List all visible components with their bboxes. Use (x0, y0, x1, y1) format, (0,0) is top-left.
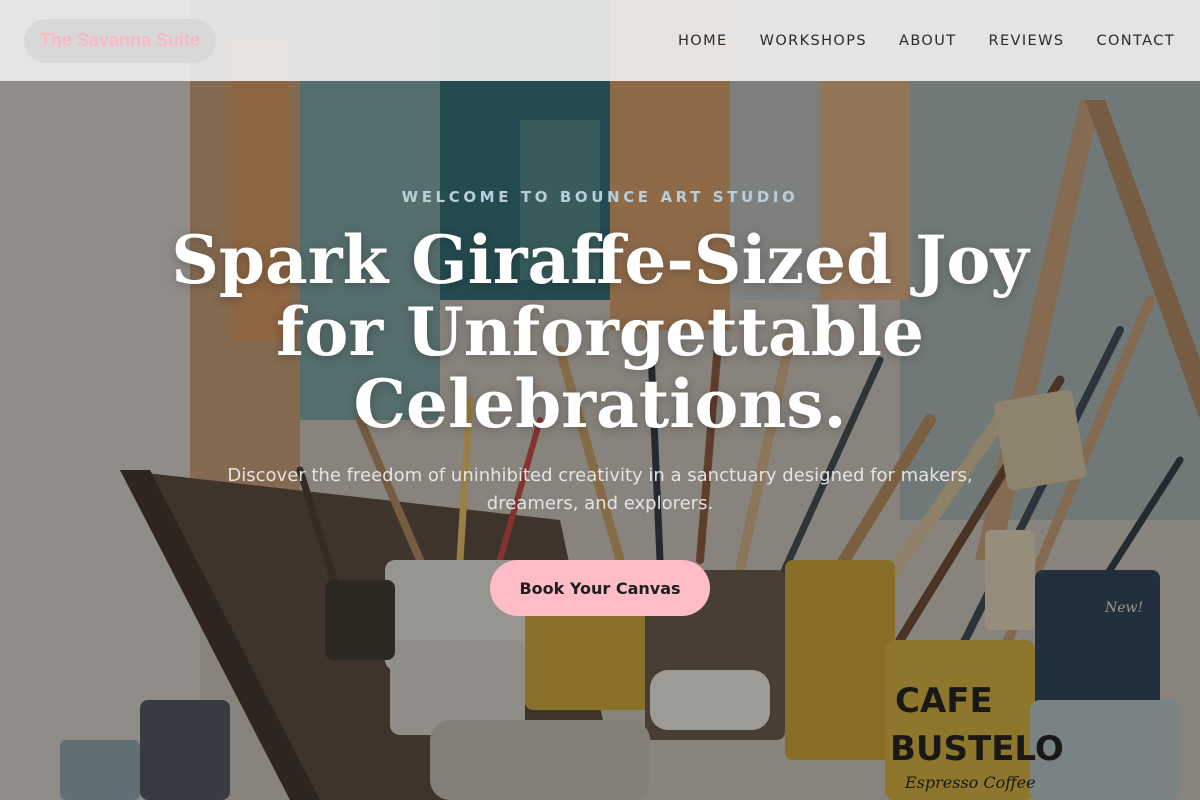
main-nav: HOME WORKSHOPS ABOUT REVIEWS CONTACT (678, 33, 1176, 49)
hero-section: WELCOME TO BOUNCE ART STUDIO Spark Giraf… (0, 81, 1200, 800)
book-canvas-button[interactable]: Book Your Canvas (490, 560, 710, 616)
hero-title: Spark Giraffe-Sized Joy for Unforgettabl… (171, 221, 1029, 443)
nav-reviews[interactable]: REVIEWS (989, 33, 1065, 49)
brand-logo[interactable]: The Savanna Suite (24, 18, 217, 63)
hero-subtitle: Discover the freedom of uninhibited crea… (227, 465, 973, 514)
nav-home[interactable]: HOME (678, 33, 728, 49)
nav-contact[interactable]: CONTACT (1096, 33, 1175, 49)
nav-about[interactable]: ABOUT (899, 33, 957, 49)
hero-eyebrow: WELCOME TO BOUNCE ART STUDIO (401, 188, 799, 206)
site-header: The Savanna Suite HOME WORKSHOPS ABOUT R… (0, 0, 1200, 81)
nav-workshops[interactable]: WORKSHOPS (760, 33, 867, 49)
